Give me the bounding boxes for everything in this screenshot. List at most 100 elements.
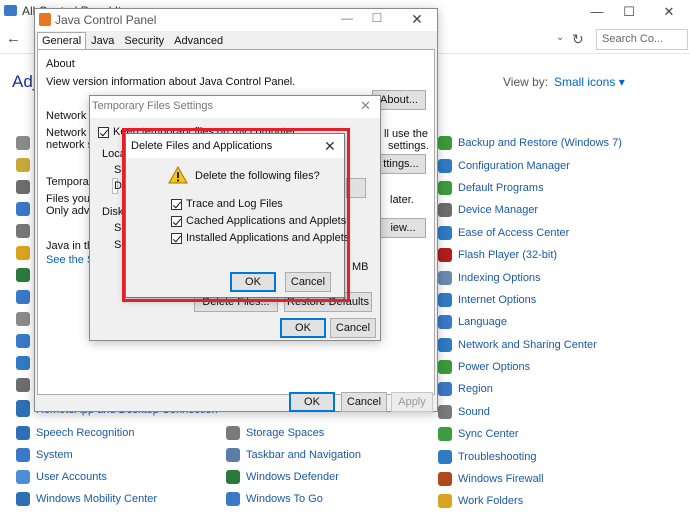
power-icon <box>438 360 452 375</box>
refresh-icon[interactable]: ↻ <box>572 31 584 48</box>
cp-item-work-folders[interactable]: Work Folders <box>438 490 622 512</box>
cp-item-label: Device Manager <box>458 204 539 217</box>
tab-java[interactable]: Java <box>86 32 119 50</box>
cp-item-device-manager[interactable]: Device Manager <box>438 199 622 221</box>
speaker-icon <box>438 404 452 419</box>
view-button[interactable]: iew... <box>380 218 426 238</box>
back-arrow-icon[interactable]: ← <box>6 30 21 47</box>
java-minimize-button[interactable]: — <box>333 11 361 25</box>
folder-icon <box>438 494 452 509</box>
computer-icon <box>16 448 30 462</box>
java-window-title: Java Control Panel <box>55 13 157 27</box>
cp-item-language[interactable]: Language <box>438 311 622 333</box>
network-icon <box>438 337 452 352</box>
cp-item-configuration-manager[interactable]: Configuration Manager <box>438 154 622 176</box>
cp-item-windows-defender[interactable]: Windows Defender <box>226 466 361 488</box>
temp-cancel-button[interactable]: Cancel <box>330 318 376 338</box>
java-tabs: General Java Security Advanced <box>37 32 228 50</box>
troubleshoot-icon <box>438 449 452 464</box>
cp-item-user-accounts[interactable]: User Accounts <box>16 466 157 488</box>
config-manager-icon <box>438 158 452 173</box>
globe-icon <box>438 292 452 307</box>
flash-icon <box>438 248 452 263</box>
cp-item-troubleshooting[interactable]: Troubleshooting <box>438 445 622 467</box>
users-icon <box>16 470 30 484</box>
language-icon <box>438 315 452 330</box>
cp-item-label: Flash Player (32-bit) <box>458 249 558 262</box>
cp-item-label: User Accounts <box>36 471 107 483</box>
partial-icon <box>16 136 30 150</box>
cp-item-system[interactable]: System <box>16 444 157 466</box>
temp-files-close-button[interactable]: ✕ <box>360 98 371 114</box>
cp-item-windows-to-go[interactable]: Windows To Go <box>226 488 361 510</box>
checkbox-checked-icon <box>98 126 109 138</box>
maximize-button[interactable]: ☐ <box>612 2 646 22</box>
cp-item-taskbar-navigation[interactable]: Taskbar and Navigation <box>226 444 361 466</box>
cp-left-column: Speech Recognition System User Accounts … <box>16 422 157 510</box>
temp-files-titlebar: Temporary Files Settings ✕ <box>90 96 380 118</box>
cp-middle-column: Storage Spaces Taskbar and Navigation Wi… <box>226 422 361 510</box>
cp-item-label: Work Folders <box>458 495 524 508</box>
cp-item-internet-options[interactable]: Internet Options <box>438 289 622 311</box>
cp-item-label: Default Programs <box>458 181 544 194</box>
cp-item-label: Network and Sharing Center <box>458 338 597 351</box>
cp-item-label: Storage Spaces <box>246 427 325 439</box>
backup-icon <box>438 136 452 151</box>
java-cancel-button[interactable]: Cancel <box>341 392 387 412</box>
remoteapp-icon <box>16 403 30 417</box>
cp-item-label: Windows Firewall <box>458 473 544 486</box>
java-maximize-button[interactable]: ☐ <box>363 11 391 25</box>
partial-icon <box>16 268 30 282</box>
mb-unit-label: MB <box>352 261 369 273</box>
cp-item-region[interactable]: Region <box>438 378 622 400</box>
partial-icon <box>16 180 30 194</box>
cp-item-network-sharing[interactable]: Network and Sharing Center <box>438 334 622 356</box>
tab-security[interactable]: Security <box>119 32 169 50</box>
java-titlebar: Java Control Panel — ☐ ✕ <box>35 9 437 31</box>
cp-item-sync-center[interactable]: Sync Center <box>438 423 622 445</box>
search-input[interactable]: Search Co... <box>596 29 688 50</box>
control-panel-icon <box>4 5 17 16</box>
chevron-down-icon[interactable]: ⌄ <box>556 32 564 43</box>
taskbar-icon <box>226 448 240 462</box>
cp-item-windows-firewall[interactable]: Windows Firewall <box>438 468 622 490</box>
cp-item-power-options[interactable]: Power Options <box>438 356 622 378</box>
cp-item-label: Indexing Options <box>458 271 541 284</box>
highlight-box <box>122 128 350 302</box>
left-edge-icons <box>16 136 30 426</box>
partial-icon <box>16 290 30 304</box>
java-close-button[interactable]: ✕ <box>403 11 431 28</box>
view-by-dropdown[interactable]: Small icons ▾ <box>554 75 625 89</box>
sync-icon <box>438 427 452 442</box>
java-apply-button[interactable]: Apply <box>391 392 433 412</box>
cp-item-backup-restore[interactable]: Backup and Restore (Windows 7) <box>438 132 622 154</box>
cp-item-label: System <box>36 449 73 461</box>
cp-item-label: Language <box>458 316 507 329</box>
cp-item-storage-spaces[interactable]: Storage Spaces <box>226 422 361 444</box>
cp-item-flash-player[interactable]: Flash Player (32-bit) <box>438 244 622 266</box>
mobility-icon <box>16 492 30 506</box>
cp-item-indexing-options[interactable]: Indexing Options <box>438 266 622 288</box>
cp-item-label: Windows Defender <box>246 471 339 483</box>
tab-general[interactable]: General <box>37 32 87 50</box>
cp-item-default-programs[interactable]: Default Programs <box>438 177 622 199</box>
minimize-button[interactable]: — <box>580 2 614 22</box>
cp-item-label: Windows Mobility Center <box>36 493 158 505</box>
cp-item-label: Troubleshooting <box>458 450 537 463</box>
view-by-label: View by: <box>503 75 549 89</box>
cp-item-speech-recognition[interactable]: Speech Recognition <box>16 422 157 444</box>
tab-advanced[interactable]: Advanced <box>169 32 228 50</box>
temp-ok-button[interactable]: OK <box>280 318 326 338</box>
network-text-right-1: ll use the <box>384 128 429 140</box>
cp-item-windows-mobility-center[interactable]: Windows Mobility Center <box>16 488 157 510</box>
indexing-icon <box>438 270 452 285</box>
partial-icon <box>16 246 30 260</box>
cp-item-sound[interactable]: Sound <box>438 401 622 423</box>
cp-item-label: Sound <box>458 405 490 418</box>
cp-item-ease-of-access[interactable]: Ease of Access Center <box>438 222 622 244</box>
close-button[interactable]: ✕ <box>652 2 686 22</box>
cp-item-label: Region <box>458 383 493 396</box>
network-settings-button[interactable]: ttings... <box>376 154 426 174</box>
java-ok-button[interactable]: OK <box>289 392 335 412</box>
shield-icon <box>226 470 240 484</box>
